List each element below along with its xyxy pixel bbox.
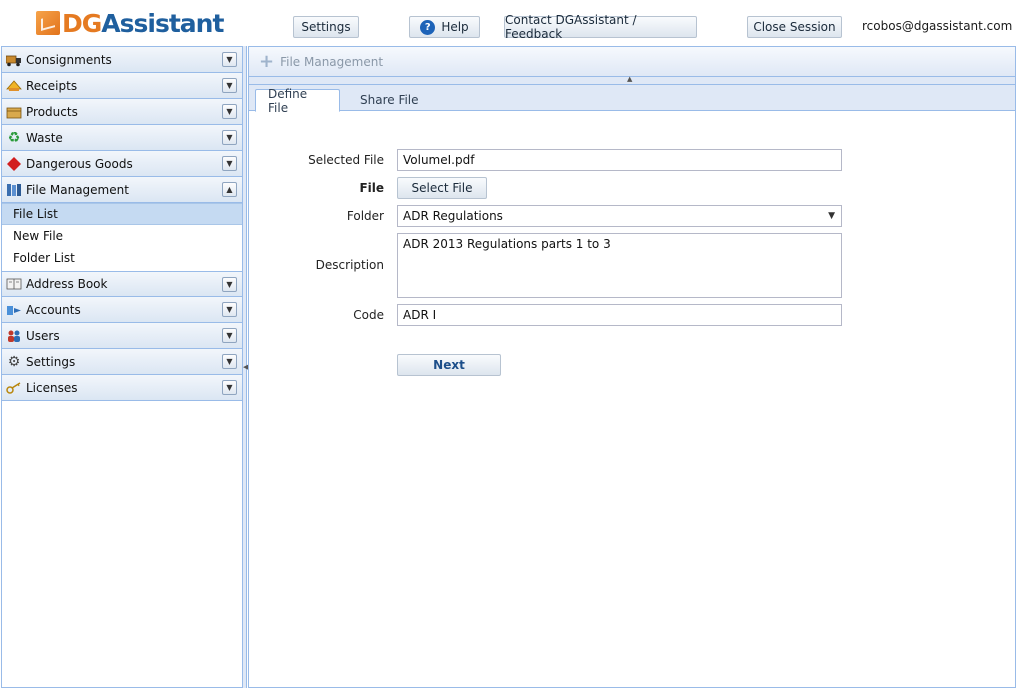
sidebar-section-consignments[interactable]: Consignments ▼ — [2, 47, 242, 73]
sidebar-section-label: Address Book — [26, 277, 108, 291]
close-session-button[interactable]: Close Session — [747, 16, 842, 38]
sidebar-section-label: Consignments — [26, 52, 112, 67]
sidebar-section-label: Settings — [26, 354, 76, 369]
chevron-down-icon[interactable]: ▼ — [222, 52, 237, 67]
chevron-down-icon[interactable]: ▼ — [222, 302, 237, 317]
help-icon: ? — [420, 19, 436, 35]
chevron-down-icon[interactable]: ▼ — [222, 328, 237, 343]
folder-label: Folder — [346, 209, 384, 223]
sidebar-item-folder-list[interactable]: Folder List — [2, 247, 242, 269]
sidebar-section-waste[interactable]: ♻ Waste ▼ — [2, 125, 242, 151]
code-field[interactable]: ADR I — [397, 304, 842, 326]
sidebar-section-file-management[interactable]: File Management ▲ — [2, 177, 242, 203]
collapse-bar[interactable]: ▲ — [249, 75, 1015, 85]
sidebar-section-label: Users — [26, 328, 60, 343]
next-button-label: Next — [433, 358, 465, 372]
books-icon — [6, 182, 22, 198]
sidebar-splitter[interactable]: ◀ — [243, 46, 248, 688]
truck-icon — [6, 52, 22, 68]
collapse-up-icon[interactable]: ▲ — [627, 75, 632, 83]
sidebar-section-label: Dangerous Goods — [26, 156, 133, 171]
panel-header: + File Management — [249, 47, 1015, 77]
logo-text-assistant: Assistant — [101, 8, 224, 38]
address-book-icon — [6, 276, 22, 292]
chevron-up-icon[interactable]: ▲ — [222, 182, 237, 197]
plus-icon: + — [259, 50, 275, 72]
help-button[interactable]: ? Help — [409, 16, 480, 38]
settings-button[interactable]: Settings — [293, 16, 359, 38]
receipt-icon — [6, 78, 22, 94]
select-file-button-label: Select File — [411, 181, 473, 195]
chevron-down-icon[interactable]: ▼ — [222, 277, 237, 292]
chevron-down-icon[interactable]: ▼ — [222, 156, 237, 171]
sidebar-item-label: Folder List — [13, 251, 75, 265]
logo-box-icon — [36, 11, 60, 35]
sidebar-section-label: Receipts — [26, 78, 78, 93]
sidebar-section-label: File Management — [26, 182, 129, 197]
sidebar-item-label: File List — [13, 207, 58, 221]
sidebar-section-users[interactable]: Users ▼ — [2, 323, 242, 349]
sidebar-section-dangerous-goods[interactable]: Dangerous Goods ▼ — [2, 151, 242, 177]
tab-bar: Define File Share File — [249, 85, 1015, 115]
panel-title: File Management — [280, 54, 384, 69]
accounts-icon — [6, 302, 22, 318]
contact-feedback-button[interactable]: Contact DGAssistant / Feedback — [504, 13, 697, 41]
sidebar-section-receipts[interactable]: Receipts ▼ — [2, 73, 242, 99]
header: DG Assistant Settings ? Help Contact DGAs… — [0, 0, 1020, 46]
code-label: Code — [353, 308, 384, 322]
sidebar-item-label: New File — [13, 229, 64, 243]
next-button[interactable]: Next — [397, 354, 501, 376]
select-file-button[interactable]: Select File — [397, 177, 487, 199]
sidebar-section-address-book[interactable]: Address Book ▼ — [2, 271, 242, 297]
selected-file-label: Selected File — [308, 153, 384, 167]
chevron-down-icon[interactable]: ▼ — [222, 354, 237, 369]
chevron-down-icon[interactable]: ▼ — [828, 211, 835, 221]
sidebar-item-new-file[interactable]: New File — [2, 225, 242, 247]
sidebar: Consignments ▼ Receipts ▼ Products ▼ ♻ W… — [1, 46, 243, 688]
key-icon — [6, 380, 22, 396]
tab-label: Share File — [360, 93, 419, 107]
chevron-down-icon[interactable]: ▼ — [222, 380, 237, 395]
recycle-icon: ♻ — [7, 129, 21, 146]
description-textarea[interactable]: ADR 2013 Regulations parts 1 to 3 — [397, 233, 842, 298]
main-panel: + File Management ▲ Define File Share Fi… — [248, 46, 1016, 688]
sidebar-section-licenses[interactable]: Licenses ▼ — [2, 375, 242, 401]
sidebar-item-file-list[interactable]: File List — [2, 203, 242, 225]
sidebar-section-accounts[interactable]: Accounts ▼ — [2, 297, 242, 323]
close-session-label: Close Session — [753, 20, 836, 34]
sidebar-section-settings[interactable]: ⚙ Settings ▼ — [2, 349, 242, 375]
sidebar-section-products[interactable]: Products ▼ — [2, 99, 242, 125]
tab-define-file[interactable]: Define File — [255, 86, 340, 115]
selected-file-field[interactable]: VolumeI.pdf — [397, 149, 842, 171]
folder-select-value: ADR Regulations — [403, 209, 503, 223]
tab-share-file[interactable]: Share File — [348, 89, 431, 111]
app-logo: DG Assistant — [36, 7, 224, 39]
users-icon — [6, 328, 22, 344]
chevron-down-icon[interactable]: ▼ — [222, 104, 237, 119]
chevron-down-icon[interactable]: ▼ — [222, 78, 237, 93]
hazard-diamond-icon — [6, 156, 22, 172]
file-label: File — [359, 181, 384, 195]
sidebar-section-label: Accounts — [26, 302, 81, 317]
description-label: Description — [315, 258, 384, 272]
contact-button-label: Contact DGAssistant / Feedback — [505, 13, 637, 41]
chevron-down-icon[interactable]: ▼ — [222, 130, 237, 145]
user-email: rcobos@dgassistant.com — [862, 19, 1013, 33]
folder-select[interactable]: ADR Regulations ▼ — [397, 205, 842, 227]
settings-button-label: Settings — [301, 20, 351, 34]
gear-icon: ⚙ — [7, 353, 21, 370]
logo-text-dg: DG — [62, 8, 102, 38]
selected-file-value: VolumeI.pdf — [403, 153, 475, 167]
help-button-label: Help — [441, 20, 469, 34]
box-icon — [6, 104, 22, 120]
sidebar-section-label: Licenses — [26, 380, 78, 395]
code-value: ADR I — [403, 308, 437, 322]
sidebar-section-label: Products — [26, 104, 78, 119]
sidebar-section-label: Waste — [26, 130, 63, 145]
tab-label: Define File — [268, 86, 308, 115]
description-value: ADR 2013 Regulations parts 1 to 3 — [403, 237, 611, 251]
